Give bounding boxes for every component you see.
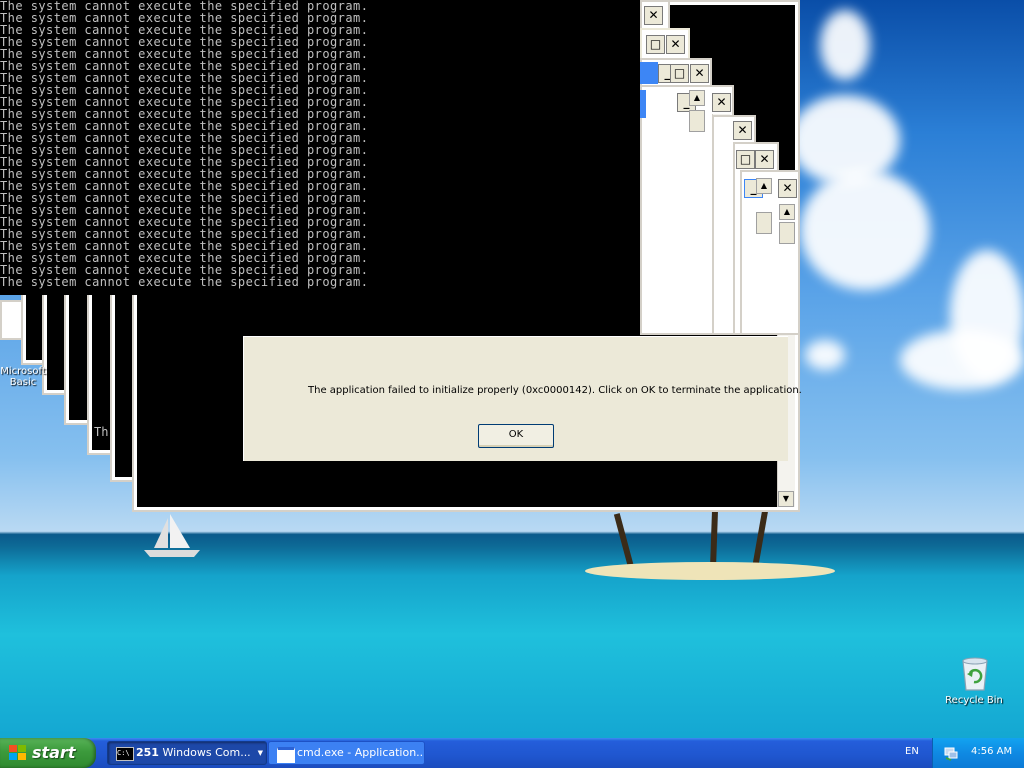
- island-sand: [585, 562, 835, 580]
- start-label: start: [32, 743, 76, 762]
- error-dialog: The application failed to initialize pro…: [243, 336, 802, 461]
- scroll-thumb[interactable]: [756, 212, 772, 234]
- cloud: [820, 10, 870, 80]
- taskbar-item-cmd-application[interactable]: cmd.exe - Application...: [268, 741, 425, 765]
- console-line: The system cannot execute the specified …: [0, 275, 369, 289]
- close-icon[interactable]: ✕: [712, 93, 731, 112]
- windows-logo-icon: [9, 745, 26, 760]
- scroll-up-button[interactable]: ▲: [779, 204, 795, 220]
- scroll-up-button[interactable]: ▲: [756, 178, 772, 194]
- recycle-bin-icon[interactable]: [955, 657, 995, 691]
- maximize-icon[interactable]: □: [736, 150, 755, 169]
- maximize-icon[interactable]: □: [670, 64, 689, 83]
- close-icon[interactable]: ✕: [755, 150, 774, 169]
- partial-console-text: Th: [94, 425, 109, 439]
- dialog-message: The application failed to initialize pro…: [308, 385, 802, 396]
- ok-button[interactable]: OK: [478, 424, 554, 448]
- close-icon[interactable]: ✕: [690, 64, 709, 83]
- recycle-bin-label[interactable]: Recycle Bin: [938, 695, 1010, 706]
- palm-trunk: [710, 509, 719, 569]
- close-icon[interactable]: ✕: [644, 6, 663, 25]
- taskbar: start C:\ 251 Windows Com... ▼ cmd.exe -…: [0, 738, 1024, 768]
- taskbar-group-windows-command[interactable]: C:\ 251 Windows Com... ▼: [107, 741, 267, 765]
- taskbar-group-label: 251 Windows Com...: [136, 742, 251, 764]
- chevron-down-icon: ▼: [257, 749, 263, 757]
- title-bar-fragment: [640, 62, 658, 84]
- title-bar-fragment: [640, 90, 646, 118]
- scroll-thumb[interactable]: [779, 222, 795, 244]
- network-icon[interactable]: [943, 745, 959, 761]
- cloud: [900, 330, 1024, 390]
- taskbar-item-label: cmd.exe - Application...: [297, 746, 425, 759]
- scroll-thumb[interactable]: [689, 110, 705, 132]
- taskbar-group-title: Windows Com...: [162, 746, 251, 759]
- desktop-icon-label-line2: Basic: [9, 377, 37, 388]
- language-indicator[interactable]: EN: [905, 746, 919, 757]
- maximize-icon[interactable]: □: [646, 35, 665, 54]
- clock[interactable]: 4:56 AM: [971, 746, 1012, 757]
- sailboat-image: [144, 514, 200, 557]
- taskbar-group-count: 251: [136, 746, 159, 759]
- desktop[interactable]: Th ▼ ▲ ▼ ✕ □ ✕ _ □ ✕ _ ▲ ✕ ✕ □ ✕ _ ▲ ✕ ▲: [0, 0, 1024, 738]
- scroll-up-button[interactable]: ▲: [689, 90, 705, 106]
- system-tray: 4:56 AM: [932, 738, 1024, 768]
- palm-trunk: [613, 513, 634, 568]
- close-icon[interactable]: ✕: [666, 35, 685, 54]
- command-prompt-icon: C:\: [116, 747, 134, 761]
- desktop-icon-label[interactable]: Microsoft Basic: [0, 366, 46, 388]
- window-icon: [277, 747, 295, 763]
- cloud: [800, 170, 930, 290]
- close-icon[interactable]: ✕: [778, 179, 797, 198]
- desktop-icon-label-line1: Microsoft: [0, 366, 46, 377]
- start-button[interactable]: start: [0, 738, 96, 768]
- close-icon[interactable]: ✕: [733, 121, 752, 140]
- cloud: [805, 340, 845, 370]
- scroll-down-button[interactable]: ▼: [778, 491, 794, 507]
- console-output[interactable]: The system cannot execute the specified …: [0, 0, 640, 295]
- palm-trunk: [752, 510, 769, 569]
